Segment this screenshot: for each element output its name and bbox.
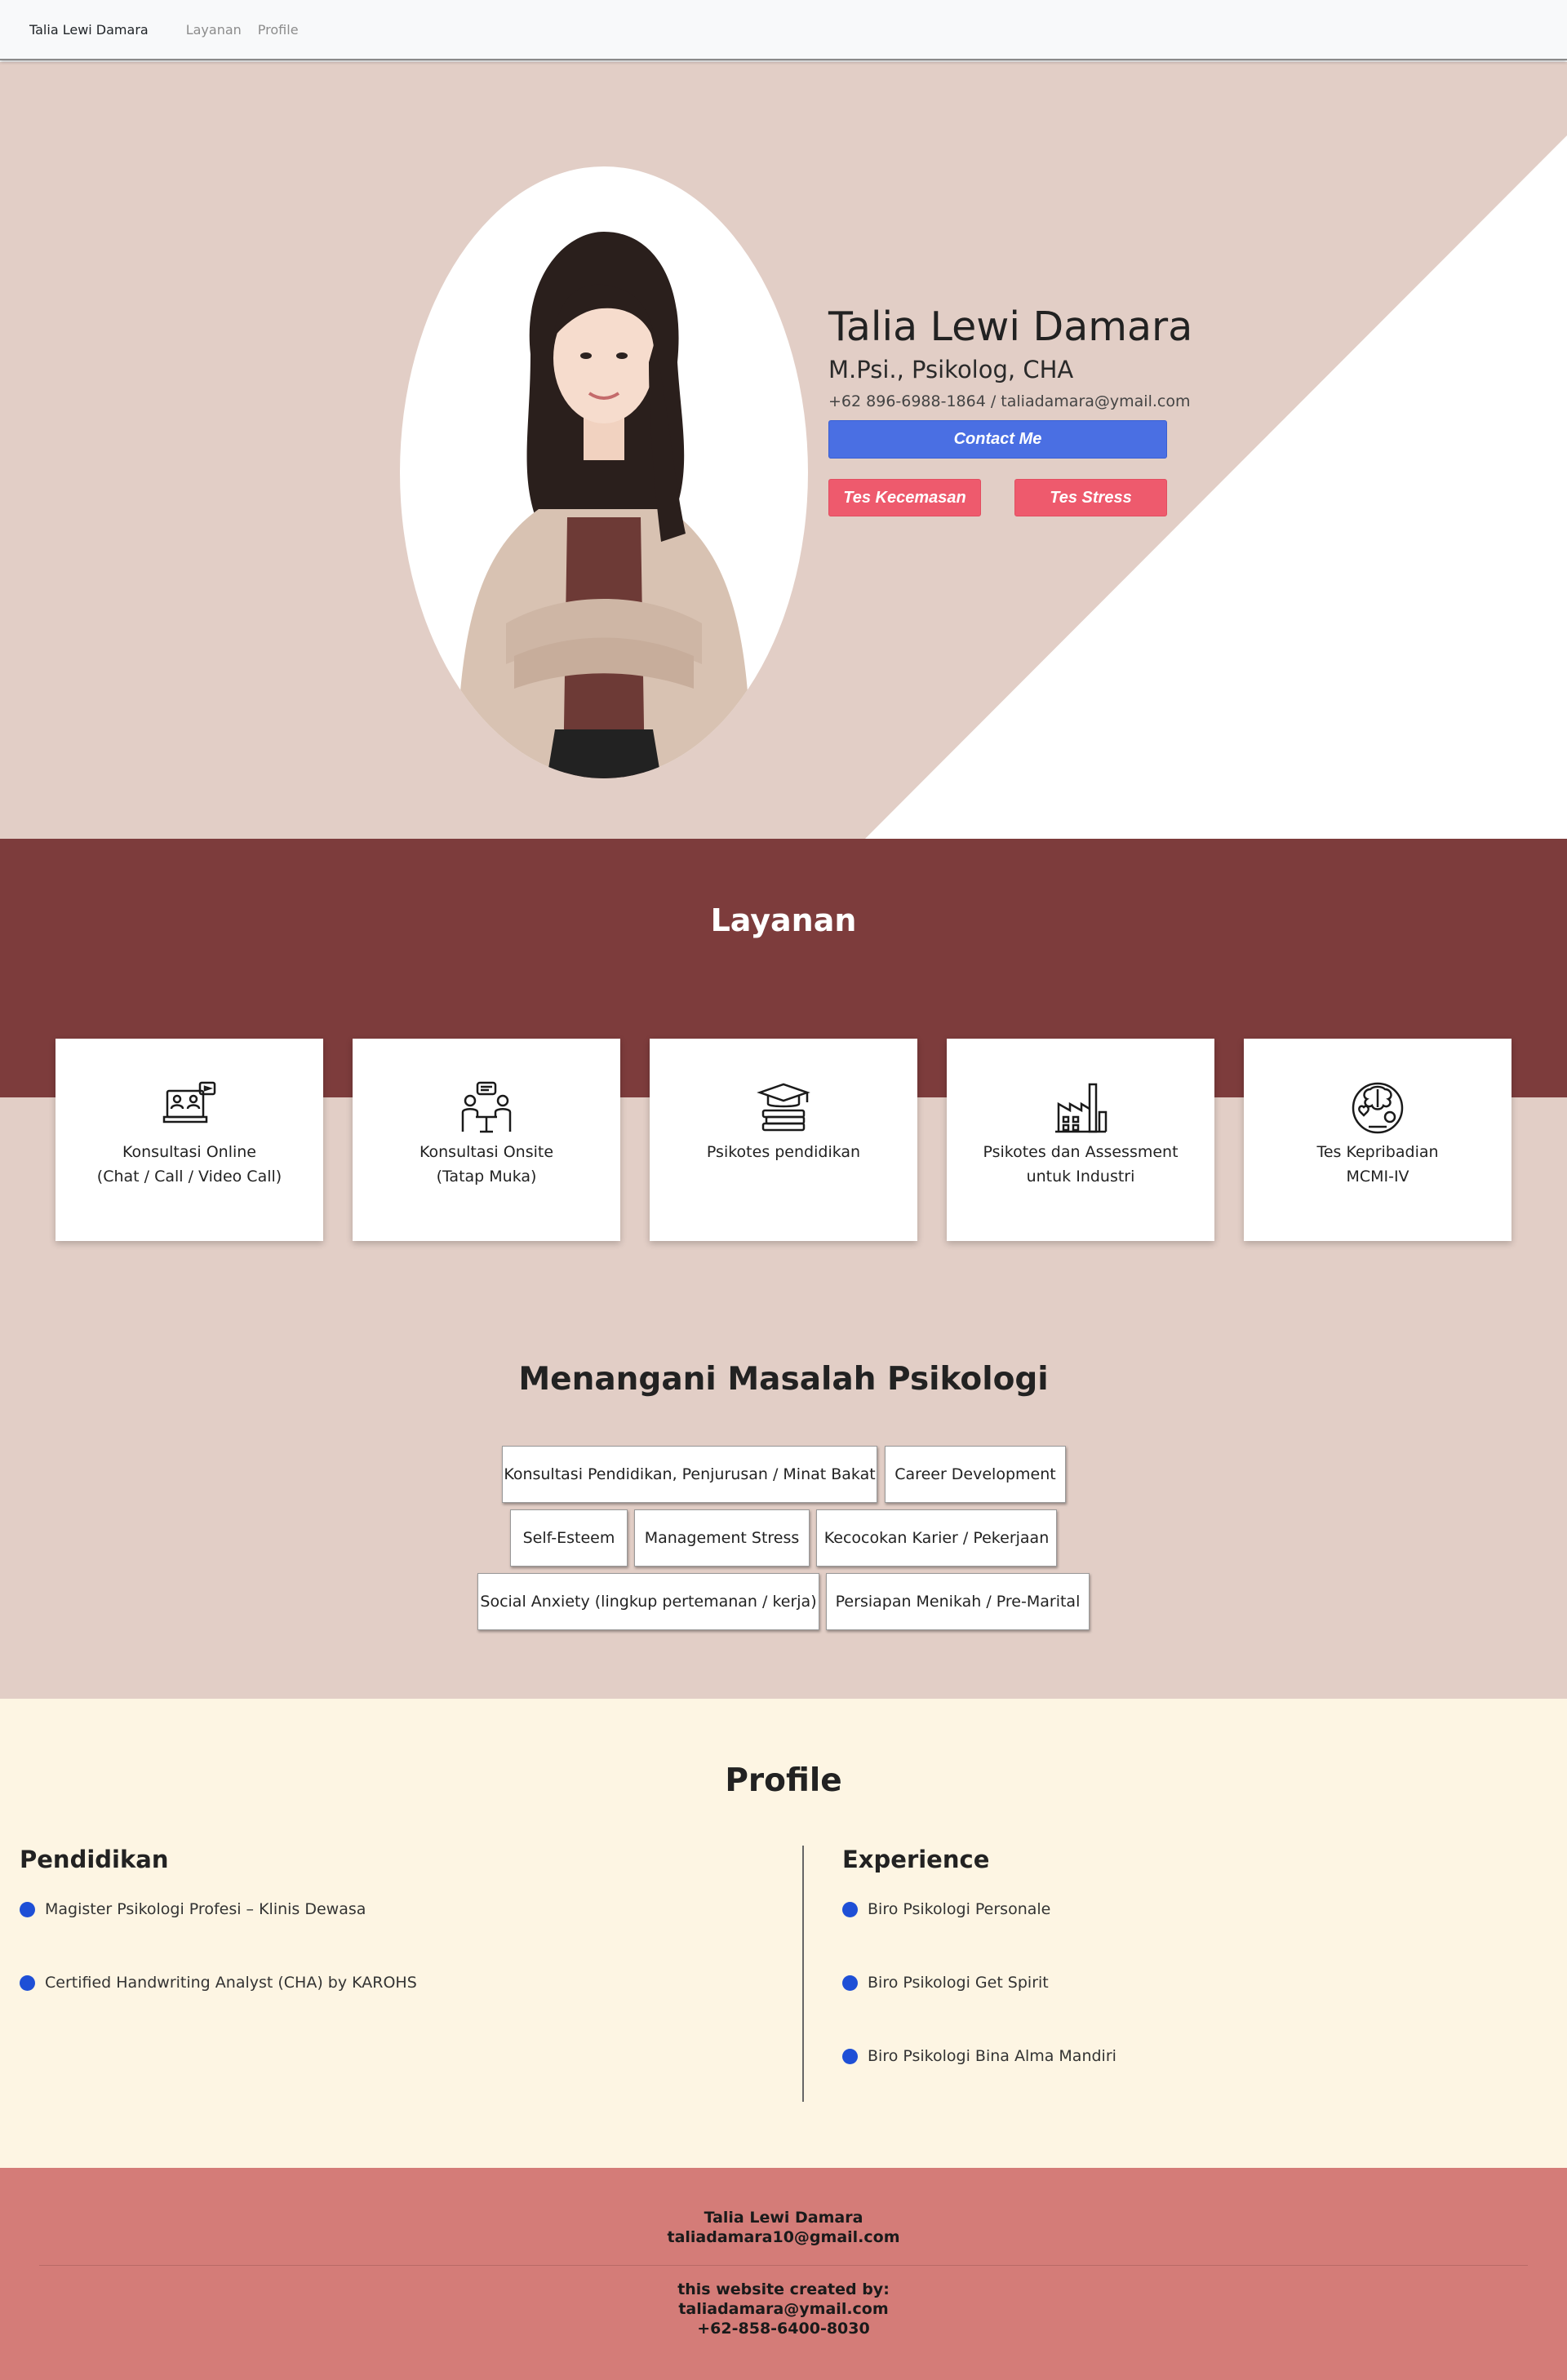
issue-chip[interactable]: Social Anxiety (lingkup pertemanan / ker…: [477, 1573, 819, 1630]
issue-chip[interactable]: Career Development: [885, 1446, 1066, 1503]
onsite-consultation-icon: [461, 1081, 512, 1133]
footer-name: Talia Lewi Damara: [704, 2209, 863, 2227]
issue-chip[interactable]: Self-Esteem: [510, 1509, 628, 1567]
experience-item-label: Biro Psikologi Bina Alma Mandiri: [868, 2047, 1116, 2065]
experience-title: Experience: [842, 1846, 990, 1873]
profile-title: Profile: [725, 1762, 842, 1799]
service-card-kepribadian[interactable]: Tes Kepribadian MCMI-IV: [1244, 1039, 1512, 1241]
tes-stress-button[interactable]: Tes Stress: [1014, 479, 1167, 516]
nav-link-profile[interactable]: Profile: [258, 22, 299, 38]
service-card-label: Konsultasi Onsite (Tatap Muka): [419, 1143, 554, 1186]
footer-divider: [39, 2265, 1528, 2266]
service-card-label: Tes Kepribadian MCMI-IV: [1316, 1143, 1439, 1186]
issue-chip[interactable]: Management Stress: [634, 1509, 810, 1567]
bullet-dot: [842, 1901, 858, 1917]
layanan-title: Layanan: [710, 902, 857, 938]
navbar-brand[interactable]: Talia Lewi Damara: [29, 22, 149, 38]
tes-kecemasan-button[interactable]: Tes Kecemasan: [828, 479, 981, 516]
service-card-label: Konsultasi Online (Chat / Call / Video C…: [96, 1143, 282, 1186]
footer-credit-label: this website created by:: [677, 2280, 890, 2298]
service-card-onsite[interactable]: Konsultasi Onsite (Tatap Muka): [353, 1039, 620, 1241]
online-consultation-icon: [162, 1081, 216, 1124]
experience-item-label: Biro Psikologi Get Spirit: [868, 1974, 1049, 1992]
menangani-title: Menangani Masalah Psikologi: [518, 1361, 1049, 1398]
hero-section: Talia Lewi Damara M.Psi., Psikolog, CHA …: [0, 62, 1567, 839]
experience-item: Biro Psikologi Bina Alma Mandiri: [842, 2047, 1116, 2065]
industry-factory-icon: [1055, 1083, 1108, 1133]
issue-chip[interactable]: Konsultasi Pendidikan, Penjurusan / Mina…: [502, 1446, 877, 1503]
service-card-online[interactable]: Konsultasi Online (Chat / Call / Video C…: [55, 1039, 323, 1241]
brain-personality-icon: [1352, 1082, 1404, 1134]
experience-item-label: Biro Psikologi Personale: [868, 1900, 1051, 1918]
footer-credit-phone: +62-858-6400-8030: [697, 2320, 870, 2338]
service-card-pendidikan[interactable]: Psikotes pendidikan: [650, 1039, 917, 1241]
pendidikan-item-label: Magister Psikologi Profesi – Klinis Dewa…: [45, 1900, 366, 1918]
hero-name: Talia Lewi Damara: [828, 304, 1193, 350]
bullet-dot: [842, 2048, 858, 2064]
footer-credit-email[interactable]: taliadamara@ymail.com: [0, 2300, 1567, 2318]
service-card-industri[interactable]: Psikotes dan Assessment untuk Industri: [947, 1039, 1214, 1241]
experience-item: Biro Psikologi Personale: [842, 1900, 1050, 1918]
profile-divider: [802, 1846, 804, 2102]
navbar: Talia Lewi Damara Layanan Profile: [0, 0, 1567, 60]
graduation-books-icon: [757, 1083, 810, 1132]
service-card-label: Psikotes dan Assessment untuk Industri: [983, 1143, 1179, 1186]
service-card-label: Psikotes pendidikan: [706, 1143, 861, 1161]
bullet-dot: [20, 1901, 35, 1917]
experience-item: Biro Psikologi Get Spirit: [842, 1974, 1049, 1992]
bullet-dot: [842, 1974, 858, 1991]
issue-chip[interactable]: Persiapan Menikah / Pre-Marital: [826, 1573, 1090, 1630]
profile-photo: [400, 166, 808, 778]
pendidikan-item: Certified Handwriting Analyst (CHA) by K…: [20, 1974, 417, 1992]
nav-link-layanan[interactable]: Layanan: [186, 22, 242, 38]
footer: [0, 2168, 1567, 2380]
pendidikan-title: Pendidikan: [20, 1846, 169, 1873]
hero-contact-info: +62 896-6988-1864 / taliadamara@ymail.co…: [828, 392, 1191, 410]
footer-email[interactable]: taliadamara10@gmail.com: [0, 2228, 1567, 2246]
contact-me-button[interactable]: Contact Me: [828, 420, 1167, 459]
issue-chip[interactable]: Kecocokan Karier / Pekerjaan: [816, 1509, 1057, 1567]
pendidikan-item: Magister Psikologi Profesi – Klinis Dewa…: [20, 1900, 366, 1918]
bullet-dot: [20, 1974, 35, 1991]
hero-degree: M.Psi., Psikolog, CHA: [828, 356, 1074, 383]
pendidikan-item-label: Certified Handwriting Analyst (CHA) by K…: [45, 1974, 417, 1992]
